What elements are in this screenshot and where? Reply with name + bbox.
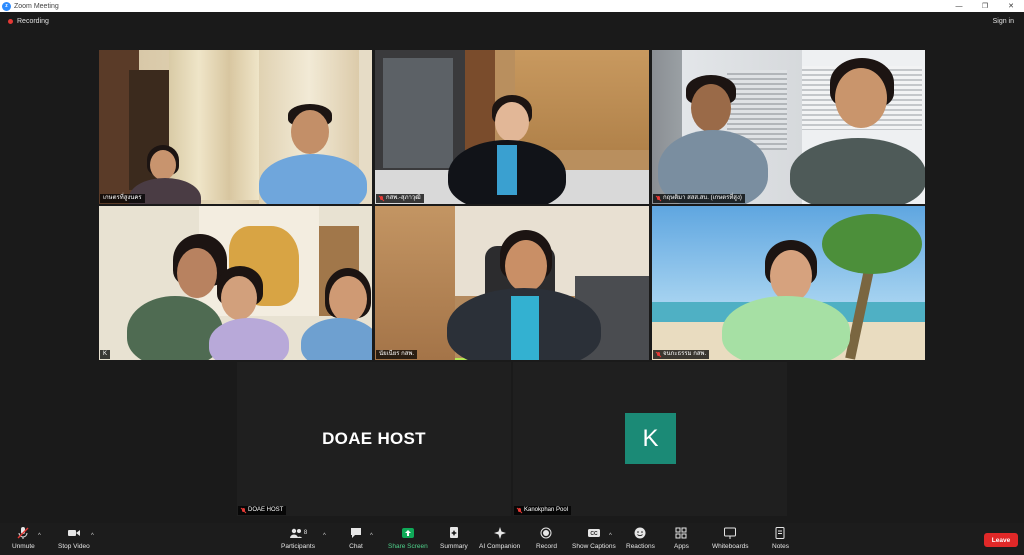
tile-label: กสพ.-สุภาวุฒิ [386,195,421,201]
apps-label: Apps [674,543,689,550]
unmute-button[interactable]: Unmute [12,526,35,550]
chevron-up-icon[interactable]: ^ [370,533,373,539]
meeting-area: Recording Sign in เกษตรที่สูงนคร กสพ.-สุ… [0,12,1024,523]
leave-button[interactable]: Leave [984,533,1018,547]
stop-video-button[interactable]: Stop Video [58,526,90,550]
svg-text:CC: CC [590,531,598,537]
sign-in-button[interactable]: Sign in [989,16,1018,27]
share-screen-icon [401,526,415,540]
record-label: Record [536,543,557,550]
share-screen-button[interactable]: Share Screen [388,526,428,550]
muted-mic-icon [241,507,246,514]
title-bar: z Zoom Meeting — ❐ ✕ [0,0,1024,12]
host-name-display: DOAE HOST [322,429,426,448]
participant-name-tag: กสพ.-สุภาวุฒิ [376,194,424,203]
record-button[interactable]: Record [536,526,557,550]
chat-label: Chat [349,543,363,550]
reactions-button[interactable]: Reactions [626,526,655,550]
summary-button[interactable]: Summary [440,526,468,550]
video-tile[interactable]: K [99,206,372,360]
record-icon [539,526,553,540]
tile-label: เกษตรที่สูงนคร [103,195,142,201]
show-captions-label: Show Captions [572,543,616,550]
notes-label: Notes [772,543,789,550]
muted-mic-icon [517,507,522,514]
window-title: Zoom Meeting [14,2,59,10]
muted-mic-icon [16,526,30,540]
participant-name-tag: K [100,350,111,359]
participants-button[interactable]: 8 Participants [281,526,315,550]
whiteboards-label: Whiteboards [712,543,749,550]
participant-name-tag: เกษตรที่สูงนคร [100,194,145,203]
share-screen-label: Share Screen [388,543,428,550]
ai-companion-label: AI Companion [479,543,521,550]
sparkle-icon [493,526,507,540]
participants-count: 8 [303,530,308,536]
video-tile[interactable]: เกษตรที่สูงนคร [99,50,372,204]
apps-grid-icon [674,526,688,540]
chevron-up-icon[interactable]: ^ [91,533,94,539]
reactions-label: Reactions [626,543,655,550]
chevron-up-icon[interactable]: ^ [323,533,326,539]
notes-button[interactable]: Notes [772,526,789,550]
whiteboard-icon [723,526,737,540]
video-tile[interactable]: จนกะธรรม กสพ. [652,206,925,360]
summary-document-icon [447,526,461,540]
tile-label: กฤษติมา สสส.สบ. (เกษตรที่สูง) [663,195,742,201]
apps-button[interactable]: Apps [674,526,689,550]
tile-label: Kanokphan Pool [524,507,569,513]
chat-button[interactable]: Chat [349,526,363,550]
tile-label: DOAE HOST [248,507,284,513]
chevron-up-icon[interactable]: ^ [38,533,41,539]
chat-bubble-icon [349,526,363,540]
video-tile-host[interactable]: DOAE HOST DOAE HOST [237,362,511,516]
video-tile[interactable]: กฤษติมา สสส.สบ. (เกษตรที่สูง) [652,50,925,204]
participant-name-tag: Kanokphan Pool [514,506,572,515]
video-tile-avatar[interactable]: K Kanokphan Pool [513,362,787,516]
notes-icon [773,526,787,540]
participant-name-tag: DOAE HOST [238,506,287,515]
tile-label: นัยเนียร กสพ. [379,351,415,357]
smiley-icon [633,526,647,540]
meeting-toolbar: Unmute ^ Stop Video ^ 8 Participants ^ C… [0,523,1024,555]
participant-name-tag: นัยเนียร กสพ. [376,350,418,359]
stop-video-label: Stop Video [58,543,90,550]
muted-mic-icon [656,195,661,202]
whiteboards-button[interactable]: Whiteboards [712,526,749,550]
recording-label: Recording [17,18,49,25]
avatar: K [625,413,676,464]
summary-label: Summary [440,543,468,550]
participants-icon: 8 [286,526,310,540]
zoom-logo-icon: z [2,1,11,11]
recording-dot-icon [8,19,13,24]
minimize-icon[interactable]: — [946,0,972,12]
captions-cc-icon: CC [587,526,601,540]
participant-name-tag: กฤษติมา สสส.สบ. (เกษตรที่สูง) [653,194,745,203]
tile-label: K [103,351,108,357]
muted-mic-icon [656,351,661,358]
restore-icon[interactable]: ❐ [972,0,998,12]
unmute-label: Unmute [12,543,35,550]
window-controls: — ❐ ✕ [946,0,1024,12]
tile-label: จนกะธรรม กสพ. [663,351,707,357]
participants-label: Participants [281,543,315,550]
video-camera-icon [67,526,81,540]
recording-indicator[interactable]: Recording [8,18,49,25]
close-icon[interactable]: ✕ [998,0,1024,12]
video-tile-active-speaker[interactable]: นัยเนียร กสพ. [375,206,649,360]
chevron-up-icon[interactable]: ^ [609,533,612,539]
participant-name-tag: จนกะธรรม กสพ. [653,350,710,359]
muted-mic-icon [379,195,384,202]
video-tile[interactable]: กสพ.-สุภาวุฒิ [375,50,649,204]
ai-companion-button[interactable]: AI Companion [479,526,520,550]
